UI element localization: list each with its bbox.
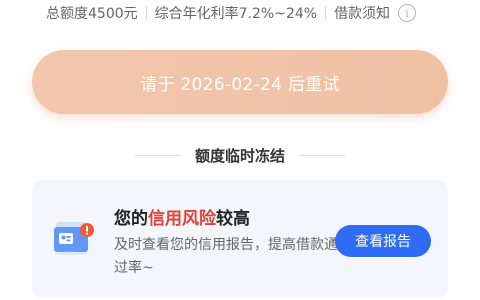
loan-notice-link[interactable]: 借款须知 <box>334 3 390 23</box>
loan-info-bar: 总额度4500元 综合年化利率7.2%~24% 借款须知 i <box>0 0 480 26</box>
credit-risk-description: 及时查看您的信用报告，提高借款通过率~ <box>114 237 338 276</box>
title-highlight: 信用风险 <box>148 209 216 229</box>
title-prefix: 您的 <box>114 209 148 229</box>
info-icon[interactable]: i <box>398 4 417 22</box>
info-separator <box>325 6 327 20</box>
info-separator <box>145 6 147 20</box>
divider-line-left <box>134 154 181 156</box>
credit-risk-title: 您的信用风险较高 <box>114 204 250 229</box>
quota-frozen-title: 额度临时冻结 <box>194 146 285 165</box>
retry-date-button[interactable]: 请于 2026-02-24 后重试 <box>32 50 448 114</box>
quota-frozen-header: 额度临时冻结 <box>0 140 480 170</box>
credit-risk-card: 您的信用风险较高 及时查看您的信用报告，提高借款通过率~ 查看报告 <box>32 180 448 298</box>
view-report-button[interactable]: 查看报告 <box>335 225 431 257</box>
divider-line-right <box>299 154 345 156</box>
total-quota-text: 总额度4500元 <box>46 6 138 22</box>
credit-report-icon <box>54 222 94 256</box>
interest-rate-text: 综合年化利率7.2%~24% <box>154 6 318 22</box>
title-suffix: 较高 <box>216 209 250 229</box>
